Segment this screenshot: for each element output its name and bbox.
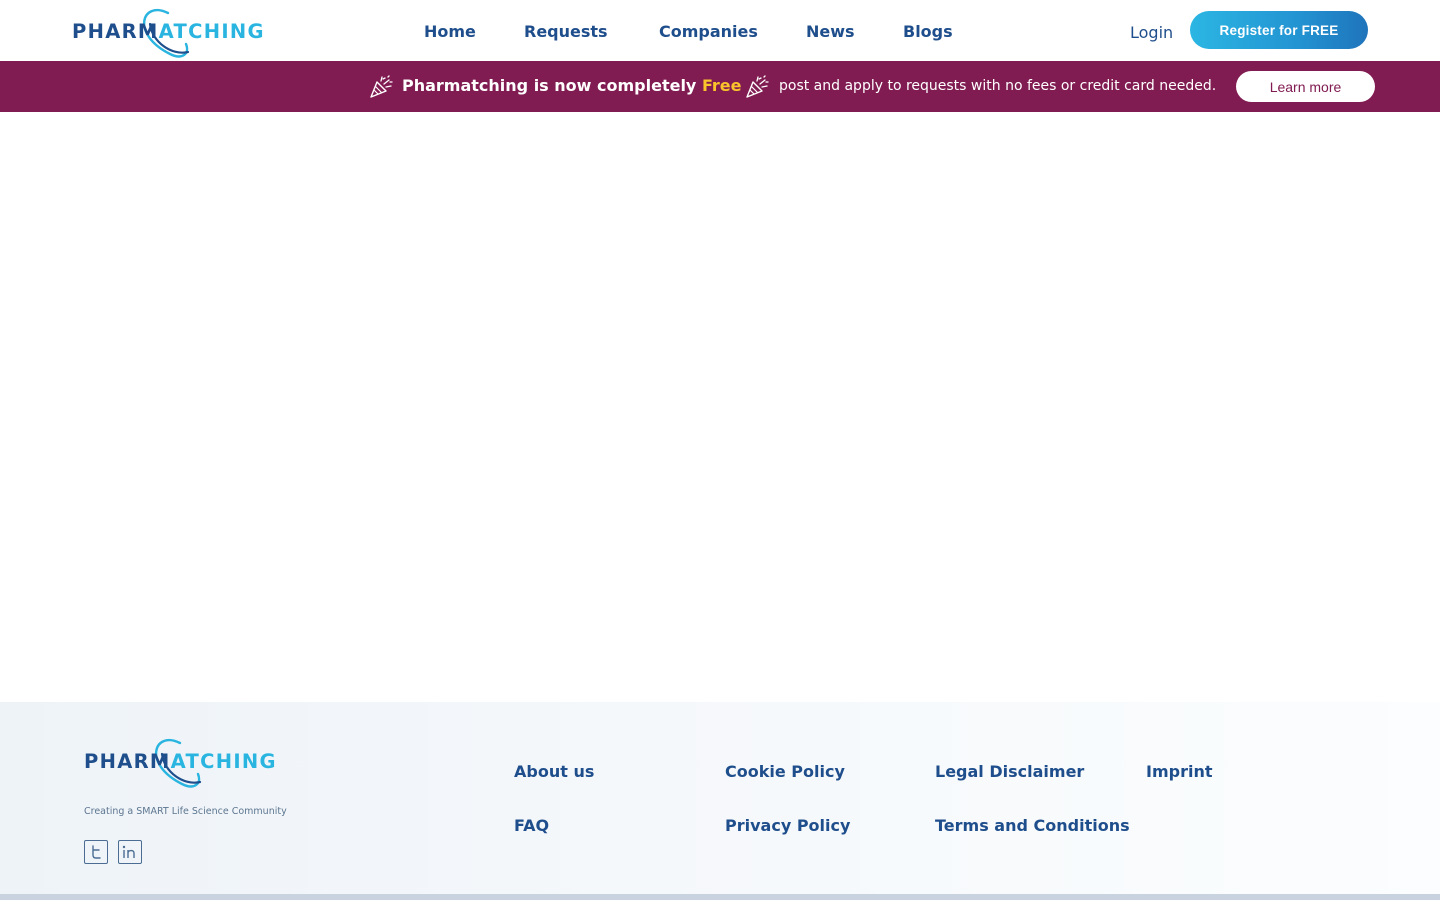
twitter-link[interactable] (84, 840, 108, 864)
site-footer: PHARMATCHING Creating a SMART Life Scien… (0, 702, 1440, 894)
learn-more-button[interactable]: Learn more (1236, 71, 1375, 102)
footer-link-legal-disclaimer[interactable]: Legal Disclaimer (935, 762, 1084, 781)
footer-link-terms[interactable]: Terms and Conditions (935, 816, 1130, 835)
nav-news[interactable]: News (806, 22, 855, 41)
footer-logo[interactable]: PHARMATCHING (84, 734, 280, 788)
banner-free-highlight: Free (702, 76, 742, 95)
footer-link-privacy-policy[interactable]: Privacy Policy (725, 816, 850, 835)
login-link[interactable]: Login (1130, 23, 1173, 42)
footer-link-faq[interactable]: FAQ (514, 816, 549, 835)
footer-link-cookie-policy[interactable]: Cookie Policy (725, 762, 845, 781)
banner-headline: Pharmatching is now completely (402, 76, 697, 95)
bottom-divider (0, 894, 1440, 900)
twitter-icon (92, 845, 101, 859)
footer-tagline: Creating a SMART Life Science Community (84, 806, 287, 817)
main-content (0, 112, 1440, 702)
nav-requests[interactable]: Requests (524, 22, 608, 41)
register-button[interactable]: Register for FREE (1190, 11, 1368, 49)
linkedin-link[interactable] (118, 840, 142, 864)
nav-companies[interactable]: Companies (659, 22, 758, 41)
header-logo[interactable]: PHARMATCHING (72, 4, 268, 58)
nav-home[interactable]: Home (424, 22, 476, 41)
logo-wordmark: PHARMATCHING (72, 20, 265, 43)
footer-link-imprint[interactable]: Imprint (1146, 762, 1213, 781)
footer-link-about[interactable]: About us (514, 762, 594, 781)
party-popper-icon (746, 75, 769, 98)
linkedin-icon (122, 845, 135, 858)
promo-banner: Pharmatching is now completely Free post… (0, 61, 1440, 112)
logo-wordmark: PHARMATCHING (84, 750, 277, 773)
nav-blogs[interactable]: Blogs (903, 22, 953, 41)
site-header: PHARMATCHING Home Requests Companies New… (0, 0, 1440, 61)
party-popper-icon (370, 75, 393, 98)
banner-subtext: post and apply to requests with no fees … (779, 78, 1217, 94)
